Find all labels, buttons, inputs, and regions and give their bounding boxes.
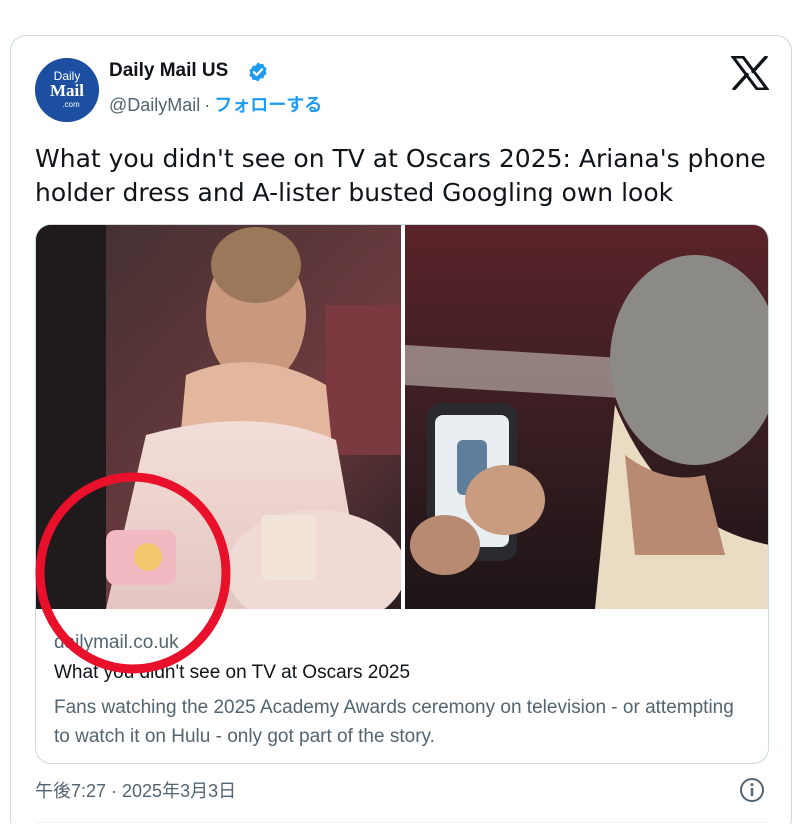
author-name[interactable]: Daily Mail US: [109, 60, 228, 82]
divider: [35, 822, 769, 823]
tweet-text: What you didn't see on TV at Oscars 2025…: [35, 144, 766, 207]
tweet-card: Daily Mail .com Daily Mail US @DailyMail…: [10, 35, 792, 824]
link-card-domain: dailymail.co.uk: [54, 632, 179, 653]
woman-in-pink-dress-photo: [36, 225, 401, 609]
meta-separator: ·: [204, 95, 211, 115]
author-avatar[interactable]: Daily Mail .com: [35, 58, 99, 122]
info-icon[interactable]: [739, 777, 765, 803]
tweet-timestamp[interactable]: 午後7:27 · 2025年3月3日: [35, 777, 236, 803]
svg-text:Mail: Mail: [50, 81, 84, 100]
follow-button[interactable]: フォローする: [214, 95, 322, 115]
author-handle[interactable]: @DailyMail: [109, 95, 200, 115]
man-looking-at-smartphone-photo: [405, 225, 768, 609]
link-card-title: What you didn't see on TV at Oscars 2025: [54, 662, 411, 683]
x-logo-icon[interactable]: [731, 56, 769, 90]
daily-mail-logo-icon: Daily Mail .com: [35, 58, 99, 122]
svg-text:.com: .com: [62, 100, 80, 109]
author-meta: @DailyMail · フォローする: [109, 91, 322, 117]
link-card-description: Fans watching the 2025 Academy Awards ce…: [54, 697, 734, 747]
link-card[interactable]: dailymail.co.uk What you didn't see on T…: [35, 224, 769, 764]
verified-badge-icon: [249, 62, 267, 82]
link-card-media[interactable]: [36, 225, 768, 609]
